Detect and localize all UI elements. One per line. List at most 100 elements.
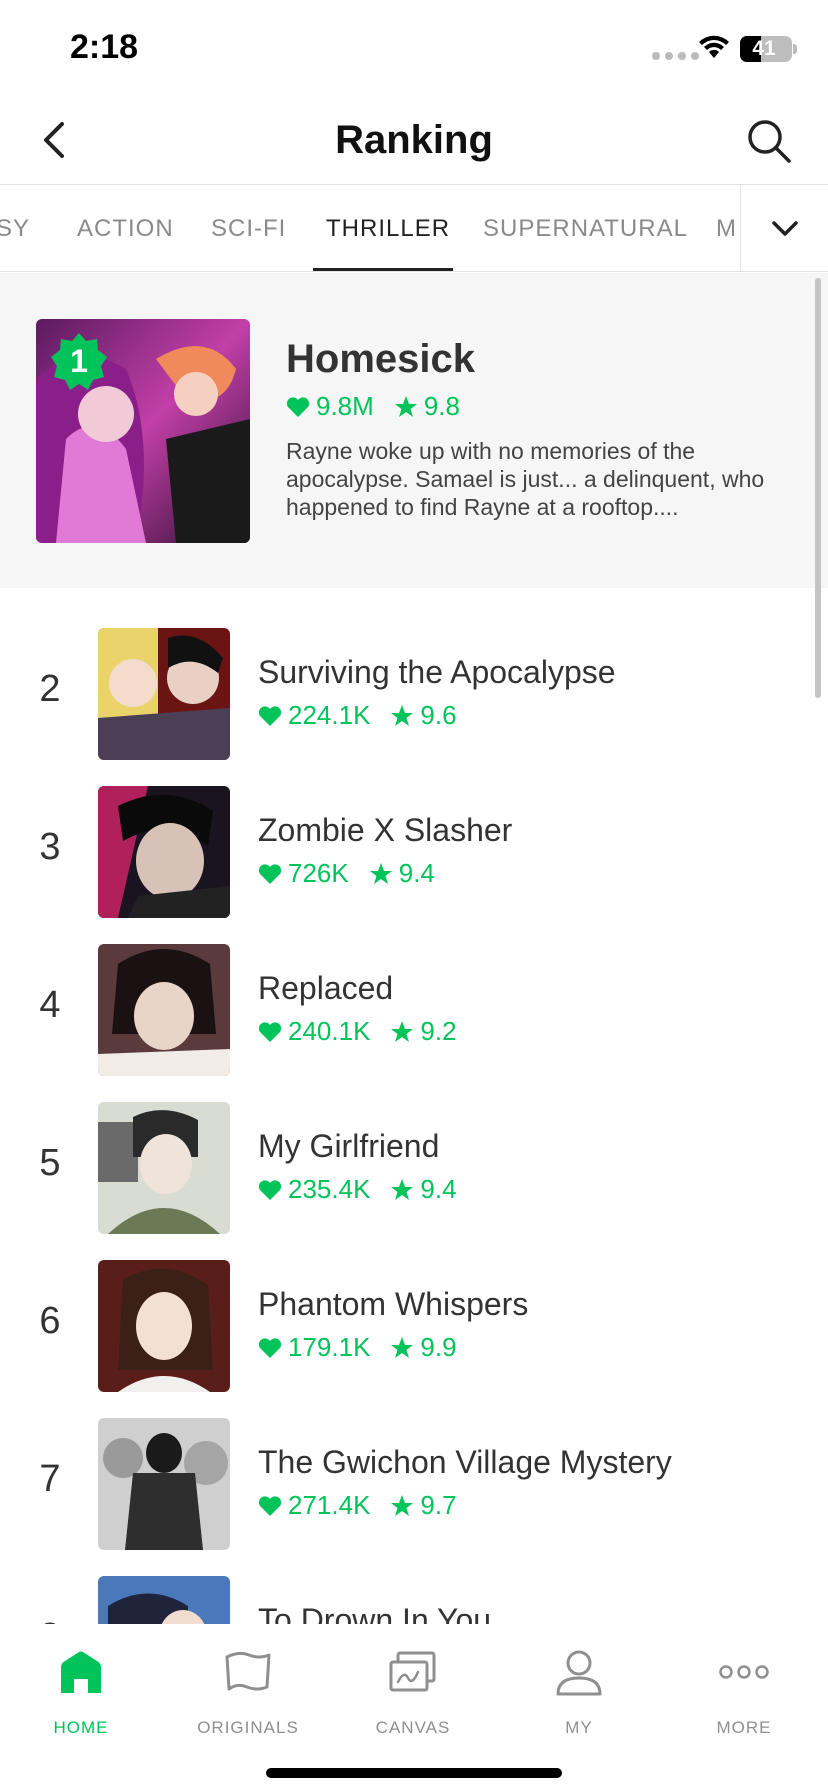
rank-number: 4 xyxy=(39,984,61,1026)
chevron-down-icon xyxy=(771,220,798,236)
rating: 9.4 xyxy=(420,1174,457,1204)
cover-image xyxy=(98,786,230,918)
active-tab-indicator xyxy=(313,268,453,271)
featured-rank-item[interactable]: 1 Homesick 9.8M 9.8 Rayne woke up with n… xyxy=(0,273,828,588)
comic-stats: 271.4K 9.7 xyxy=(258,1490,457,1521)
comic-title: Surviving the Apocalypse xyxy=(258,654,616,690)
heart-icon xyxy=(286,396,310,418)
battery-icon: 41 xyxy=(740,36,792,62)
tab-home[interactable]: HOME xyxy=(6,1640,156,1738)
tab-my[interactable]: MY xyxy=(504,1640,654,1738)
nav-bar: Ranking xyxy=(0,100,828,184)
heart-icon xyxy=(258,1179,282,1201)
tab-label: HOME xyxy=(53,1718,109,1737)
comic-stats: 224.1K 9.6 xyxy=(258,700,457,731)
more-icon xyxy=(719,1665,769,1679)
comic-title: Zombie X Slasher xyxy=(258,812,513,848)
rating: 9.7 xyxy=(420,1490,457,1520)
comic-title: The Gwichon Village Mystery xyxy=(258,1444,672,1480)
tab-action[interactable]: ACTION xyxy=(77,215,174,243)
home-indicator xyxy=(266,1768,562,1778)
comic-title: Replaced xyxy=(258,970,394,1006)
star-icon xyxy=(390,1020,414,1044)
heart-icon xyxy=(258,863,282,885)
comic-stats: 726K 9.4 xyxy=(258,858,435,889)
tab-canvas[interactable]: CANVAS xyxy=(338,1640,488,1738)
likes-count: 240.1K xyxy=(288,1016,371,1046)
star-icon xyxy=(390,704,414,728)
genre-dropdown-button[interactable] xyxy=(740,185,828,271)
battery-percentage: 41 xyxy=(752,37,776,60)
tab-more-genre[interactable]: M xyxy=(716,215,737,243)
rank-number: 7 xyxy=(39,1458,61,1500)
profile-icon xyxy=(556,1650,602,1696)
likes-count: 726K xyxy=(288,858,349,888)
comic-stats: 179.1K 9.9 xyxy=(258,1332,457,1363)
tab-originals[interactable]: ORIGINALS xyxy=(173,1640,323,1738)
cover-image xyxy=(98,1576,230,1624)
cover-image xyxy=(98,1260,230,1392)
tab-thriller[interactable]: THRILLER xyxy=(326,215,450,243)
search-icon[interactable] xyxy=(744,116,794,166)
list-item[interactable]: 4 Replaced 240.1K 9.2 xyxy=(0,940,828,1076)
tab-more[interactable]: MORE xyxy=(669,1640,819,1738)
tab-label: CANVAS xyxy=(375,1718,451,1737)
rating: 9.2 xyxy=(420,1016,457,1046)
comic-title: My Girlfriend xyxy=(258,1128,440,1164)
featured-likes: 9.8M xyxy=(316,391,374,421)
genre-tabs: SY ACTION SCI-FI THRILLER SUPERNATURAL M xyxy=(0,184,828,272)
status-bar: 2:18 41 xyxy=(0,0,828,100)
list-item[interactable]: 5 My Girlfriend 235.4K 9.4 xyxy=(0,1098,828,1234)
likes-count: 235.4K xyxy=(288,1174,371,1204)
heart-icon xyxy=(258,705,282,727)
originals-icon xyxy=(225,1651,271,1691)
likes-count: 179.1K xyxy=(288,1332,371,1362)
comic-title: Phantom Whispers xyxy=(258,1286,529,1322)
featured-rating: 9.8 xyxy=(423,391,460,421)
likes-count: 224.1K xyxy=(288,700,371,730)
tab-label: MY xyxy=(565,1718,593,1737)
home-icon xyxy=(61,1651,101,1693)
rank-number: 2 xyxy=(39,668,61,710)
tab-supernatural[interactable]: SUPERNATURAL xyxy=(483,215,688,243)
star-icon xyxy=(390,1494,414,1518)
star-icon xyxy=(369,862,393,886)
rank-number: 5 xyxy=(39,1142,61,1184)
likes-count: 271.4K xyxy=(288,1490,371,1520)
rank-number: 3 xyxy=(39,826,61,868)
star-icon xyxy=(390,1336,414,1360)
list-item[interactable]: 3 Zombie X Slasher 726K 9.4 xyxy=(0,782,828,918)
comic-stats: 235.4K 9.4 xyxy=(258,1174,457,1205)
heart-icon xyxy=(258,1495,282,1517)
bottom-tab-bar: HOME ORIGINALS CANVAS MY MORE xyxy=(0,1624,828,1792)
featured-description: Rayne woke up with no memories of the ap… xyxy=(286,438,765,520)
tab-label: MORE xyxy=(716,1718,772,1737)
comic-title: To Drown In You xyxy=(258,1602,492,1624)
wifi-icon xyxy=(699,35,729,58)
tab-fantasy[interactable]: SY xyxy=(0,215,30,243)
heart-icon xyxy=(258,1021,282,1043)
comic-stats: 240.1K 9.2 xyxy=(258,1016,457,1047)
list-item[interactable]: 2 Surviving the Apocalypse 224.1K 9.6 xyxy=(0,624,828,760)
list-item[interactable]: 7 The Gwichon Village Mystery 271.4K 9.7 xyxy=(0,1414,828,1550)
star-icon xyxy=(390,1178,414,1202)
rating: 9.4 xyxy=(398,858,435,888)
list-item[interactable]: 6 Phantom Whispers 179.1K 9.9 xyxy=(0,1256,828,1392)
rank-number: 6 xyxy=(39,1300,61,1342)
tab-label: ORIGINALS xyxy=(197,1718,299,1737)
status-time: 2:18 xyxy=(70,28,139,66)
star-icon xyxy=(394,395,418,419)
rating: 9.6 xyxy=(420,700,457,730)
tab-sci-fi[interactable]: SCI-FI xyxy=(211,215,286,243)
page-title: Ranking xyxy=(335,118,493,162)
cover-image xyxy=(98,944,230,1076)
featured-title: Homesick xyxy=(286,337,475,381)
cover-image xyxy=(98,1102,230,1234)
cellular-signal-icon xyxy=(652,52,699,60)
rating: 9.9 xyxy=(420,1332,457,1362)
canvas-icon xyxy=(389,1651,436,1692)
cover-image xyxy=(98,1418,230,1550)
featured-cover-image: 1 xyxy=(36,319,250,543)
list-item[interactable]: 8 To Drown In You xyxy=(0,1572,828,1624)
heart-icon xyxy=(258,1337,282,1359)
